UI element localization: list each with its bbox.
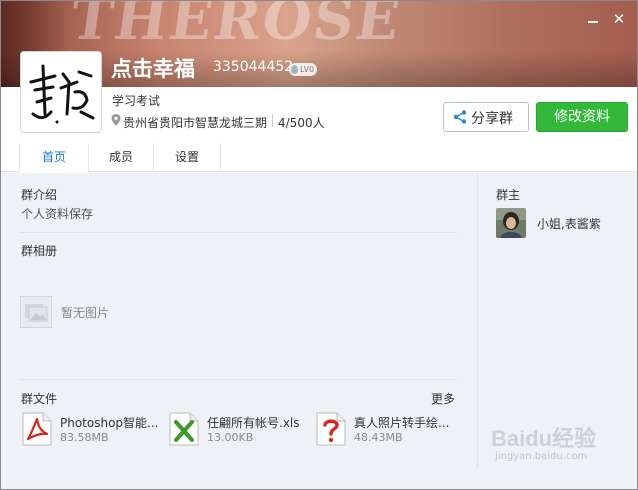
watermark-brand: Baidu经验 [491,426,597,451]
minimize-button[interactable] [585,11,601,27]
info-separator [272,114,273,127]
group-id: 335044452 [213,59,294,75]
calligraphy-avatar-image [21,52,101,132]
no-photo-text: 暂无图片 [61,306,110,320]
file-name: 真人照片转手绘... [354,416,450,430]
banner-artwork-text: THEROSE [66,1,406,53]
files-more-link[interactable]: 更多 [431,390,455,407]
group-profile-window: THEROSE ✕ 点击幸福 335044452 LV0 学习考试 贵州省贵阳市… [0,0,638,490]
group-category-tag[interactable]: 学习考试 [112,92,160,109]
owner-title: 群主 [496,188,521,202]
close-button[interactable]: ✕ [611,11,627,27]
edit-profile-button[interactable]: 修改资料 [536,102,628,132]
unknown-file-icon [316,412,346,446]
section-divider [20,232,457,233]
member-count: 4/500人 [278,116,325,130]
owner-name[interactable]: 小姐,表酱紫 [537,215,601,232]
share-group-label: 分享群 [471,111,513,127]
group-name: 点击幸福 [111,57,195,81]
intro-text: 个人资料保存 [21,207,94,221]
group-avatar[interactable] [20,51,102,133]
share-group-button[interactable]: 分享群 [443,102,529,132]
file-name: Photoshop智能... [60,416,159,430]
baidu-watermark: Baidu经验 jingyan.baidu.com [491,421,631,487]
file-item[interactable]: 真人照片转手绘... 48.43MB [315,412,465,448]
minimize-icon [588,21,598,23]
level-badge-label: LV0 [300,65,315,74]
tab-members[interactable]: 成员 [89,143,154,172]
tab-settings[interactable]: 设置 [154,143,221,172]
photo-placeholder [20,296,52,328]
section-divider [20,379,457,380]
file-item[interactable]: Photoshop智能... 83.58MB [21,412,161,448]
files-title[interactable]: 群文件 [21,390,57,407]
excel-file-icon [169,412,199,446]
group-location: 贵州省贵阳市智慧龙城三期 [123,116,268,130]
close-icon: ✕ [612,10,626,28]
image-placeholder-icon [25,304,48,322]
watermark-url: jingyan.baidu.com [495,451,588,462]
tab-home[interactable]: 首页 [19,143,89,173]
owner-photo [496,208,526,238]
intro-title: 群介绍 [21,188,58,202]
tab-bar: 首页 成员 设置 [1,143,637,173]
share-icon [453,110,467,124]
file-size: 13.00KB [207,431,254,444]
file-size: 83.58MB [60,431,109,444]
file-name: 任翩所有帐号.xls [207,416,300,430]
album-title[interactable]: 群相册 [21,242,57,259]
location-pin-icon [111,114,121,126]
column-divider [477,173,478,468]
droplet-icon [291,65,298,74]
file-size: 48.43MB [354,431,403,444]
file-item[interactable]: 任翩所有帐号.xls 13.00KB [168,412,308,448]
level-badge: LV0 [289,63,318,76]
owner-avatar[interactable] [496,208,526,238]
pdf-file-icon [22,412,52,446]
